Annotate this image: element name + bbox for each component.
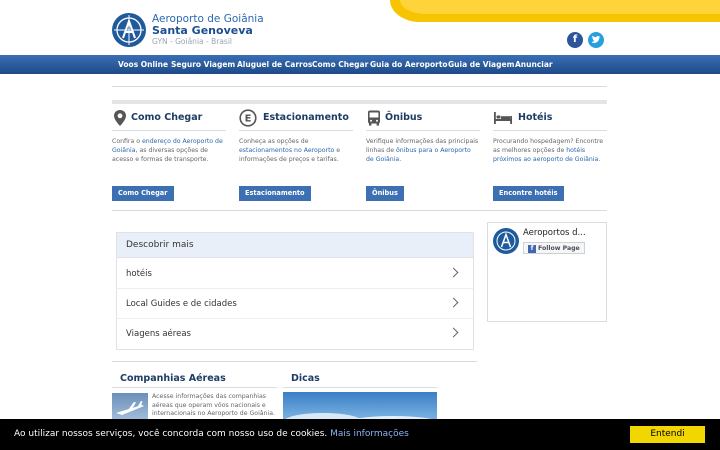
airlines-description: Acesse informações das companhias aéreas… <box>152 393 275 417</box>
site-subname[interactable]: Santa Genoveva <box>152 24 253 37</box>
facebook-page-name[interactable]: Aeroportos d... <box>523 228 586 238</box>
cookie-message: Ao utilizar nossos serviços, você concor… <box>14 429 409 439</box>
bus-icon <box>366 109 382 127</box>
col-description: Verifique informações das principais lin… <box>366 138 479 163</box>
parking-link[interactable]: estacionamentos no Aeroporto <box>239 147 334 154</box>
accept-cookies-button[interactable]: Entendi <box>630 426 705 443</box>
facebook-page-widget: Aeroportos d... f Follow Page <box>487 222 607 322</box>
discover-item[interactable]: Local Guides e de cidades <box>117 289 473 319</box>
col-description: Procurando hospedagem? Encontre as melho… <box>493 138 604 163</box>
section-top-bar <box>112 100 607 104</box>
discover-title: Descobrir mais <box>126 240 194 250</box>
onibus-button[interactable]: Ônibus <box>366 186 404 201</box>
nav-item-anunciar[interactable]: Anunciar <box>515 55 553 74</box>
discover-item-label: hotéis <box>126 269 152 279</box>
map-pin-icon <box>112 109 128 127</box>
chevron-right-icon <box>448 267 459 278</box>
nav-item-voos-online[interactable]: Voos Online <box>118 55 168 74</box>
tips-title[interactable]: Dicas <box>291 373 320 384</box>
site-header: Aeroporto de Goiânia Santa Genoveva GYN … <box>0 0 720 55</box>
col-rule <box>366 130 480 131</box>
svg-text:E: E <box>245 114 252 125</box>
discover-item[interactable]: hotéis <box>117 259 473 289</box>
airlines-title[interactable]: Companhias Aéreas <box>120 373 226 384</box>
more-info-link[interactable]: Mais informações <box>330 429 409 439</box>
header-decoration-highlight <box>400 0 720 14</box>
nav-item-guia-de-viagem[interactable]: Guia de Viagem <box>448 55 514 74</box>
col-title[interactable]: Hotéis <box>518 112 552 123</box>
chevron-right-icon <box>448 297 459 308</box>
cookie-banner: Ao utilizar nossos serviços, você concor… <box>0 419 720 450</box>
encontre-hoteis-button[interactable]: Encontre hotéis <box>493 186 564 201</box>
nav-item-guia-do-aeroporto[interactable]: Guia do Aeroporto <box>370 55 448 74</box>
col-rule <box>493 130 607 131</box>
section-rule <box>283 387 437 388</box>
nav-item-aluguel-de-carros[interactable]: Aluguel de Carros <box>237 55 312 74</box>
divider <box>112 86 607 87</box>
col-title[interactable]: Como Chegar <box>131 112 202 123</box>
parking-icon: E <box>239 109 257 127</box>
divider <box>112 210 607 211</box>
col-title[interactable]: Estacionamento <box>263 112 349 123</box>
como-chegar-button[interactable]: Como Chegar <box>112 186 174 201</box>
discover-item-label: Viagens aéreas <box>126 329 191 339</box>
nav-item-como-chegar[interactable]: Como Chegar <box>312 55 368 74</box>
discover-header: Descobrir mais <box>117 233 473 258</box>
site-location: GYN - Goiânia - Brasil <box>152 37 232 46</box>
col-description: Confira o endereço do Aeroporto de Goiân… <box>112 138 223 163</box>
main-nav: Voos Online Seguro Viagem Aluguel de Car… <box>0 55 720 74</box>
follow-page-button[interactable]: f Follow Page <box>523 242 585 254</box>
discover-item[interactable]: Viagens aéreas <box>117 319 473 349</box>
twitter-icon[interactable] <box>588 32 604 48</box>
estacionamento-button[interactable]: Estacionamento <box>239 186 311 201</box>
col-title[interactable]: Ônibus <box>385 112 422 123</box>
facebook-icon[interactable]: f <box>567 32 583 48</box>
col-description: Conheça as opções de estacionamentos no … <box>239 138 341 163</box>
col-rule <box>112 130 226 131</box>
bed-icon <box>493 109 513 127</box>
chevron-right-icon <box>448 327 459 338</box>
col-rule <box>239 130 353 131</box>
airport-logo-icon[interactable] <box>112 13 146 47</box>
discover-item-label: Local Guides e de cidades <box>126 299 237 309</box>
nav-item-seguro-viagem[interactable]: Seguro Viagem <box>171 55 235 74</box>
divider <box>112 361 477 362</box>
follow-label: Follow Page <box>538 245 580 252</box>
discover-more-box: Descobrir mais hotéis Local Guides e de … <box>116 232 474 350</box>
page-avatar-icon[interactable] <box>493 228 519 254</box>
facebook-icon: f <box>528 245 536 253</box>
section-rule <box>112 387 277 388</box>
